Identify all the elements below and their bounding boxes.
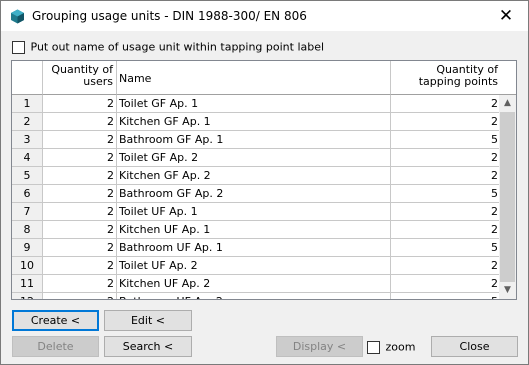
- row-number-cell[interactable]: 5: [12, 167, 43, 185]
- table-row[interactable]: 4 2 Toilet GF Ap. 22: [12, 149, 501, 167]
- table-row[interactable]: 11 2 Kitchen UF Ap. 22: [12, 275, 501, 293]
- quantity-tapping-cell[interactable]: 5: [391, 131, 501, 149]
- row-number-cell[interactable]: 2: [12, 113, 43, 131]
- edit-button[interactable]: Edit <: [104, 310, 192, 331]
- quantity-tapping-header[interactable]: Quantity of tapping points: [391, 61, 516, 95]
- name-cell[interactable]: Toilet GF Ap. 1: [117, 95, 391, 113]
- vertical-scrollbar[interactable]: ▲ ▼: [499, 95, 516, 299]
- table-row[interactable]: 5 2 Kitchen GF Ap. 22: [12, 167, 501, 185]
- quantity-users-header[interactable]: Quantity of users: [43, 61, 117, 95]
- table-row[interactable]: 8 2 Kitchen UF Ap. 12: [12, 221, 501, 239]
- row-number-cell[interactable]: 8: [12, 221, 43, 239]
- label-option-row: Put out name of usage unit within tappin…: [12, 40, 324, 54]
- quantity-users-cell[interactable]: 2: [43, 131, 117, 149]
- quantity-tapping-cell[interactable]: 5: [391, 239, 501, 257]
- table-row[interactable]: 6 2 Bathroom GF Ap. 25: [12, 185, 501, 203]
- name-cell[interactable]: Toilet UF Ap. 1: [117, 203, 391, 221]
- title-bar: Grouping usage units - DIN 1988-300/ EN …: [1, 1, 528, 31]
- name-cell[interactable]: Kitchen UF Ap. 1: [117, 221, 391, 239]
- search-button[interactable]: Search <: [104, 336, 192, 357]
- quantity-tapping-cell[interactable]: 2: [391, 275, 501, 293]
- scrollbar-thumb[interactable]: [500, 112, 515, 282]
- quantity-users-cell[interactable]: 2: [43, 293, 117, 299]
- row-number-cell[interactable]: 11: [12, 275, 43, 293]
- table-row[interactable]: 3 2 Bathroom GF Ap. 15: [12, 131, 501, 149]
- zoom-option: zoom: [367, 340, 415, 354]
- table-row[interactable]: 1 2 Toilet GF Ap. 12: [12, 95, 501, 113]
- name-cell[interactable]: Kitchen UF Ap. 2: [117, 275, 391, 293]
- app-icon: [11, 9, 24, 24]
- name-header[interactable]: Name: [117, 61, 391, 95]
- label-option-checkbox[interactable]: [12, 40, 25, 54]
- quantity-users-cell[interactable]: 2: [43, 149, 117, 167]
- scroll-down-icon[interactable]: ▼: [499, 282, 516, 299]
- label-option-text: Put out name of usage unit within tappin…: [30, 40, 325, 54]
- quantity-tapping-cell[interactable]: 2: [391, 221, 501, 239]
- row-number-cell[interactable]: 4: [12, 149, 43, 167]
- window-title: Grouping usage units - DIN 1988-300/ EN …: [32, 9, 307, 23]
- create-button[interactable]: Create <: [12, 310, 99, 331]
- table-row[interactable]: 2 2 Kitchen GF Ap. 12: [12, 113, 501, 131]
- row-number-cell[interactable]: 9: [12, 239, 43, 257]
- close-window-icon[interactable]: ✕: [486, 1, 526, 31]
- dialog-window: Grouping usage units - DIN 1988-300/ EN …: [0, 0, 529, 365]
- quantity-users-header-line2: users: [83, 75, 113, 88]
- name-cell[interactable]: Toilet UF Ap. 2: [117, 257, 391, 275]
- quantity-tapping-cell[interactable]: 5: [391, 185, 501, 203]
- name-cell[interactable]: Toilet GF Ap. 2: [117, 149, 391, 167]
- row-number-cell[interactable]: 10: [12, 257, 43, 275]
- quantity-users-cell[interactable]: 2: [43, 203, 117, 221]
- table-row[interactable]: 122Bathroom UF Ap. 25: [12, 293, 501, 299]
- delete-button[interactable]: Delete: [12, 336, 99, 357]
- name-cell[interactable]: Bathroom GF Ap. 2: [117, 185, 391, 203]
- usage-units-table: Quantity of users Name Quantity of tappi…: [11, 60, 517, 300]
- quantity-users-cell[interactable]: 2: [43, 239, 117, 257]
- row-number-cell[interactable]: 1: [12, 95, 43, 113]
- close-button[interactable]: Close: [431, 336, 518, 357]
- quantity-users-cell[interactable]: 2: [43, 257, 117, 275]
- quantity-tapping-header-line2: tapping points: [418, 75, 498, 88]
- quantity-tapping-cell[interactable]: 2: [391, 113, 501, 131]
- name-header-label: Name: [119, 72, 152, 85]
- quantity-users-cell[interactable]: 2: [43, 167, 117, 185]
- quantity-users-cell[interactable]: 2: [43, 113, 117, 131]
- row-number-cell[interactable]: 3: [12, 131, 43, 149]
- name-cell[interactable]: Bathroom GF Ap. 1: [117, 131, 391, 149]
- table-row[interactable]: 9 2 Bathroom UF Ap. 15: [12, 239, 501, 257]
- row-number-cell[interactable]: 12: [12, 293, 43, 299]
- table-row[interactable]: 7 2 Toilet UF Ap. 12: [12, 203, 501, 221]
- quantity-users-cell[interactable]: 2: [43, 185, 117, 203]
- zoom-label: zoom: [385, 340, 416, 354]
- row-number-cell[interactable]: 7: [12, 203, 43, 221]
- quantity-users-cell[interactable]: 2: [43, 95, 117, 113]
- name-cell[interactable]: Kitchen GF Ap. 2: [117, 167, 391, 185]
- name-cell[interactable]: Bathroom UF Ap. 2: [117, 293, 391, 299]
- quantity-tapping-cell[interactable]: 2: [391, 167, 501, 185]
- display-button[interactable]: Display <: [276, 336, 363, 357]
- name-cell[interactable]: Kitchen GF Ap. 1: [117, 113, 391, 131]
- quantity-tapping-cell[interactable]: 5: [391, 293, 501, 299]
- quantity-tapping-cell[interactable]: 2: [391, 149, 501, 167]
- row-number-header: [12, 61, 43, 95]
- zoom-checkbox[interactable]: [367, 340, 380, 354]
- name-cell[interactable]: Bathroom UF Ap. 1: [117, 239, 391, 257]
- quantity-users-cell[interactable]: 2: [43, 221, 117, 239]
- quantity-tapping-cell[interactable]: 2: [391, 95, 501, 113]
- row-number-cell[interactable]: 6: [12, 185, 43, 203]
- quantity-users-cell[interactable]: 2: [43, 275, 117, 293]
- table-row[interactable]: 10 2 Toilet UF Ap. 22: [12, 257, 501, 275]
- quantity-tapping-cell[interactable]: 2: [391, 203, 501, 221]
- scroll-up-icon[interactable]: ▲: [499, 95, 516, 112]
- quantity-tapping-cell[interactable]: 2: [391, 257, 501, 275]
